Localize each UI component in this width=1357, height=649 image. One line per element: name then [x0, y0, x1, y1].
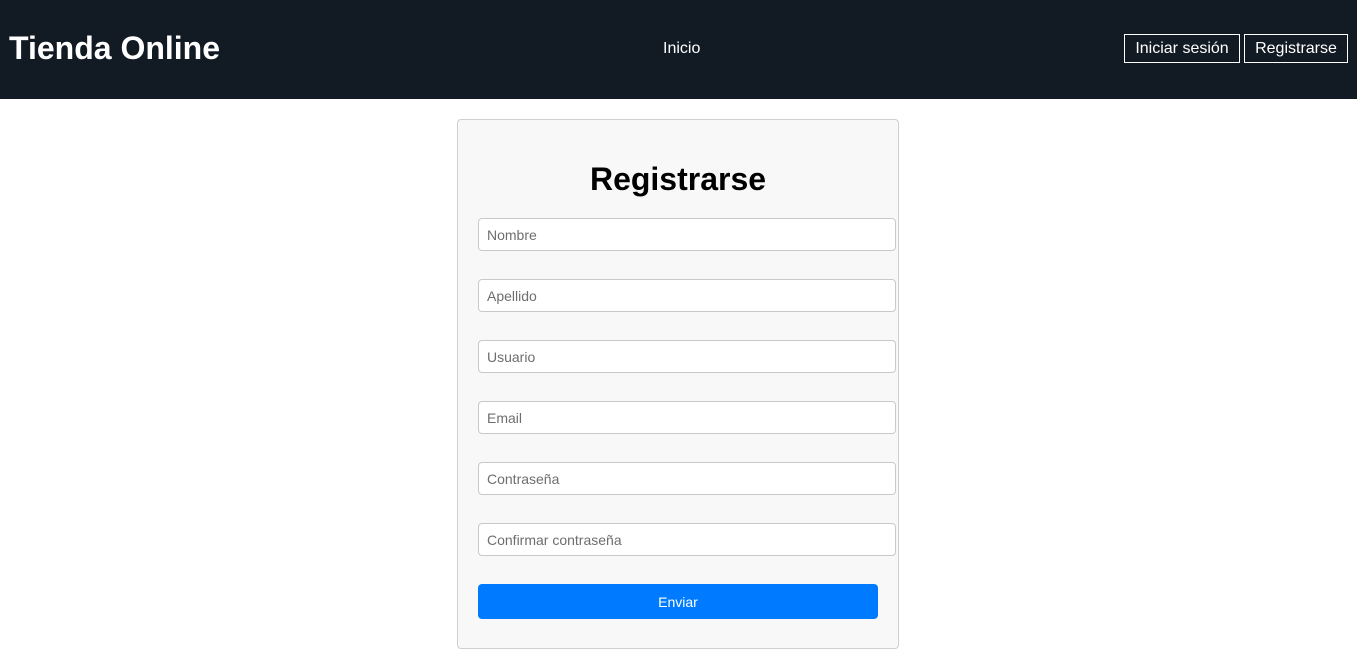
password-input[interactable]: [478, 462, 896, 495]
top-navbar: Tienda Online Inicio Iniciar sesión Regi…: [0, 0, 1357, 99]
username-input[interactable]: [478, 340, 896, 373]
email-input[interactable]: [478, 401, 896, 434]
register-form-card: Registrarse Enviar: [457, 119, 899, 649]
form-title: Registrarse: [589, 161, 767, 197]
first-name-input[interactable]: [478, 218, 896, 251]
brand-logo[interactable]: Tienda Online: [9, 29, 220, 67]
register-button[interactable]: Registrarse: [1244, 34, 1348, 63]
nav-link-inicio[interactable]: Inicio: [663, 39, 700, 59]
last-name-input[interactable]: [478, 279, 896, 312]
login-button[interactable]: Iniciar sesión: [1124, 34, 1240, 63]
submit-button[interactable]: Enviar: [478, 584, 878, 619]
confirm-password-input[interactable]: [478, 523, 896, 556]
